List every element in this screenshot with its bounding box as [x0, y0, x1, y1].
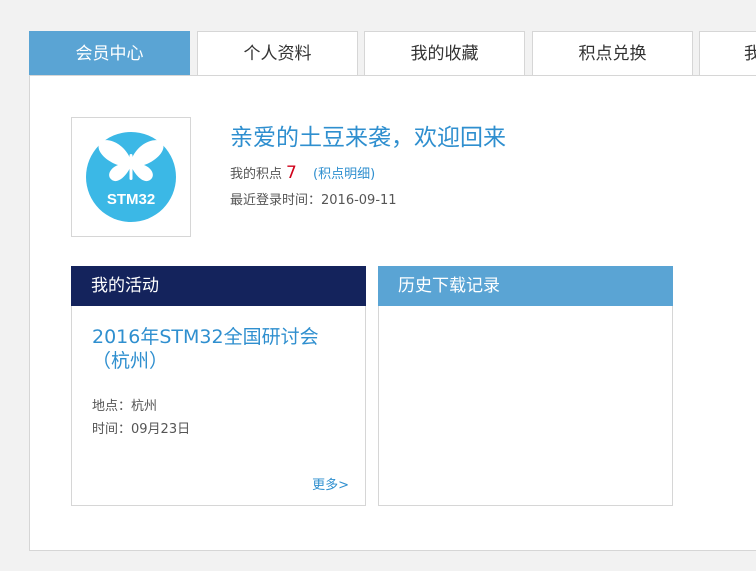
- logo-text: STM32: [107, 191, 155, 208]
- avatar: STM32: [71, 117, 191, 237]
- points-value: 7: [286, 163, 297, 183]
- tab-favorites[interactable]: 我的收藏: [364, 31, 525, 75]
- download-history-card: 历史下载记录: [378, 266, 673, 506]
- points-detail: (积点明细): [313, 167, 375, 182]
- points-detail-close: ): [370, 167, 376, 182]
- last-login-time: 最近登录时间：2016-09-11: [230, 193, 397, 208]
- my-activity-header: 我的活动: [71, 266, 366, 306]
- points-label: 我的积点: [230, 167, 283, 182]
- my-activity-card: 我的活动 2016年STM32全国研讨会（杭州） 地点：杭州 时间：09月23日…: [71, 266, 366, 506]
- tab-member-center[interactable]: 会员中心: [29, 31, 190, 75]
- download-history-header: 历史下载记录: [378, 266, 673, 306]
- points-line: 我的积点 7 (积点明细): [230, 163, 375, 183]
- stm32-logo-icon: STM32: [86, 132, 176, 222]
- event-time: 时间：09月23日: [92, 422, 191, 437]
- points-detail-link[interactable]: 积点明细: [318, 167, 370, 182]
- member-panel: STM32 亲爱的土豆来袭，欢迎回来 我的积点 7 (积点明细) 最近登录时间：2…: [29, 75, 756, 551]
- event-location: 地点：杭州: [92, 399, 158, 414]
- tab-points-exchange[interactable]: 积点兑换: [532, 31, 693, 75]
- tab-profile[interactable]: 个人资料: [197, 31, 358, 75]
- tab-more[interactable]: 我: [699, 31, 756, 75]
- more-activities-link[interactable]: 更多>: [312, 474, 349, 493]
- event-title-link[interactable]: 2016年STM32全国研讨会（杭州）: [92, 325, 352, 373]
- page: 会员中心 个人资料 我的收藏 积点兑换 我 STM32 亲爱的土豆来袭，欢迎回来…: [0, 0, 756, 571]
- welcome-message: 亲爱的土豆来袭，欢迎回来: [230, 125, 506, 151]
